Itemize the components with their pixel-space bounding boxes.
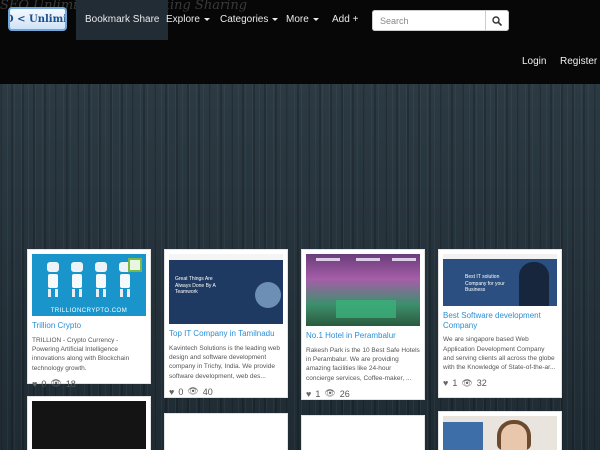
login-link[interactable]: Login bbox=[522, 56, 546, 67]
card-image[interactable] bbox=[32, 401, 146, 449]
heart-icon[interactable]: ♥ bbox=[443, 378, 448, 388]
search-form bbox=[372, 10, 509, 31]
like-count: 1 bbox=[315, 388, 321, 399]
nav-categories[interactable]: Categories bbox=[220, 0, 279, 40]
bookmark-card[interactable]: TRILLIONCRYPTO.COM Trillion Crypto TRILL… bbox=[27, 249, 151, 389]
card-stats: ♥ 1 👁 32 bbox=[443, 378, 557, 389]
heart-icon[interactable]: ♥ bbox=[306, 389, 311, 399]
card-description: Rakesh Park is the 10 Best Safe Hotels i… bbox=[306, 346, 420, 382]
nav-label: Categories bbox=[220, 14, 269, 25]
bookmark-card[interactable]: Great Things Are Always Done By A Teamwo… bbox=[164, 249, 288, 398]
card-stats: ♥ 1 👁 26 bbox=[306, 388, 420, 399]
card-title[interactable]: No.1 Hotel in Perambalur bbox=[306, 331, 420, 341]
robot-graphic bbox=[46, 262, 60, 300]
eye-icon: 👁 bbox=[324, 388, 336, 399]
nav-label: Add + bbox=[332, 14, 359, 25]
view-count: 40 bbox=[202, 386, 213, 397]
view-count: 18 bbox=[65, 378, 76, 389]
search-button[interactable] bbox=[486, 10, 509, 31]
robot-graphic bbox=[70, 262, 84, 300]
card-image[interactable]: TRILLIONCRYPTO.COM bbox=[32, 254, 146, 316]
bookmark-card[interactable] bbox=[27, 396, 151, 450]
card-description: We are singapore based Web Application D… bbox=[443, 336, 556, 372]
image-header-bar bbox=[443, 254, 557, 259]
image-header-bar bbox=[169, 254, 283, 260]
view-count: 26 bbox=[339, 388, 350, 399]
image-text: Great Things Are Always Done By A Teamwo… bbox=[175, 276, 216, 295]
register-link[interactable]: Register bbox=[560, 56, 597, 67]
nav-add[interactable]: Add + bbox=[332, 0, 358, 40]
eye-icon: 👁 bbox=[461, 377, 473, 388]
card-image[interactable]: Best IT solution Company for your Busine… bbox=[443, 254, 557, 306]
image-text: Best IT solution Company for your Busine… bbox=[465, 274, 505, 293]
card-stats: ♥ 0 👁 40 bbox=[169, 386, 283, 397]
ceiling-light bbox=[316, 258, 340, 261]
eye-icon: 👁 bbox=[187, 386, 199, 397]
bookmark-card[interactable]: No.1 Hotel in Perambalur Rakesh Park is … bbox=[301, 249, 425, 400]
card-stats: ♥ 0 👁 18 bbox=[32, 378, 146, 389]
search-icon bbox=[492, 15, 502, 26]
robot-graphic bbox=[94, 262, 108, 300]
card-title[interactable]: Trillion Crypto bbox=[32, 321, 146, 331]
bookmark-card[interactable] bbox=[164, 413, 288, 450]
caret-down-icon bbox=[203, 17, 210, 21]
nav-bookmark-share[interactable]: Bookmark Share bbox=[76, 0, 169, 40]
like-count: 1 bbox=[452, 378, 458, 389]
view-count: 32 bbox=[476, 378, 487, 389]
heart-icon[interactable]: ♥ bbox=[169, 387, 174, 397]
card-description: Kavintech Solutions is the leading web d… bbox=[169, 344, 280, 380]
like-count: 0 bbox=[178, 386, 184, 397]
background-panel bbox=[443, 422, 483, 450]
heart-icon[interactable]: ♥ bbox=[32, 379, 37, 389]
like-count: 0 bbox=[41, 378, 47, 389]
ceiling-light bbox=[392, 258, 416, 261]
globe-graphic bbox=[255, 282, 281, 308]
nav-label: More bbox=[286, 14, 309, 25]
card-description: TRILLION - Crypto Currency - Powering Ar… bbox=[32, 336, 130, 372]
nav-label: Explore bbox=[166, 14, 200, 25]
bookmark-card[interactable] bbox=[301, 415, 425, 450]
bar-counter-graphic bbox=[336, 300, 396, 318]
eye-icon: 👁 bbox=[50, 378, 62, 389]
nav-explore[interactable]: Explore bbox=[166, 0, 210, 40]
card-image[interactable] bbox=[306, 254, 420, 326]
logo-text: SEO < Unlimited bbox=[10, 13, 67, 25]
qr-code-icon bbox=[128, 258, 142, 272]
caret-down-icon bbox=[272, 17, 279, 21]
site-logo[interactable]: SEO < Unlimited bbox=[8, 7, 67, 31]
card-image[interactable]: Great Things Are Always Done By A Teamwo… bbox=[169, 254, 283, 324]
caret-down-icon bbox=[312, 17, 319, 21]
card-title[interactable]: Top IT Company in Tamilnadu bbox=[169, 329, 283, 339]
card-image[interactable] bbox=[443, 416, 557, 450]
nav-more[interactable]: More bbox=[286, 0, 319, 40]
nav-label: Bookmark Share bbox=[85, 14, 160, 25]
card-title[interactable]: Best Software development Company bbox=[443, 311, 557, 330]
person-graphic bbox=[519, 262, 549, 306]
bookmark-card[interactable] bbox=[438, 411, 562, 450]
person-face-graphic bbox=[501, 424, 527, 450]
image-caption: TRILLIONCRYPTO.COM bbox=[50, 308, 128, 314]
search-input[interactable] bbox=[372, 10, 486, 31]
ceiling-light bbox=[356, 258, 380, 261]
bookmark-card[interactable]: Best IT solution Company for your Busine… bbox=[438, 249, 562, 398]
